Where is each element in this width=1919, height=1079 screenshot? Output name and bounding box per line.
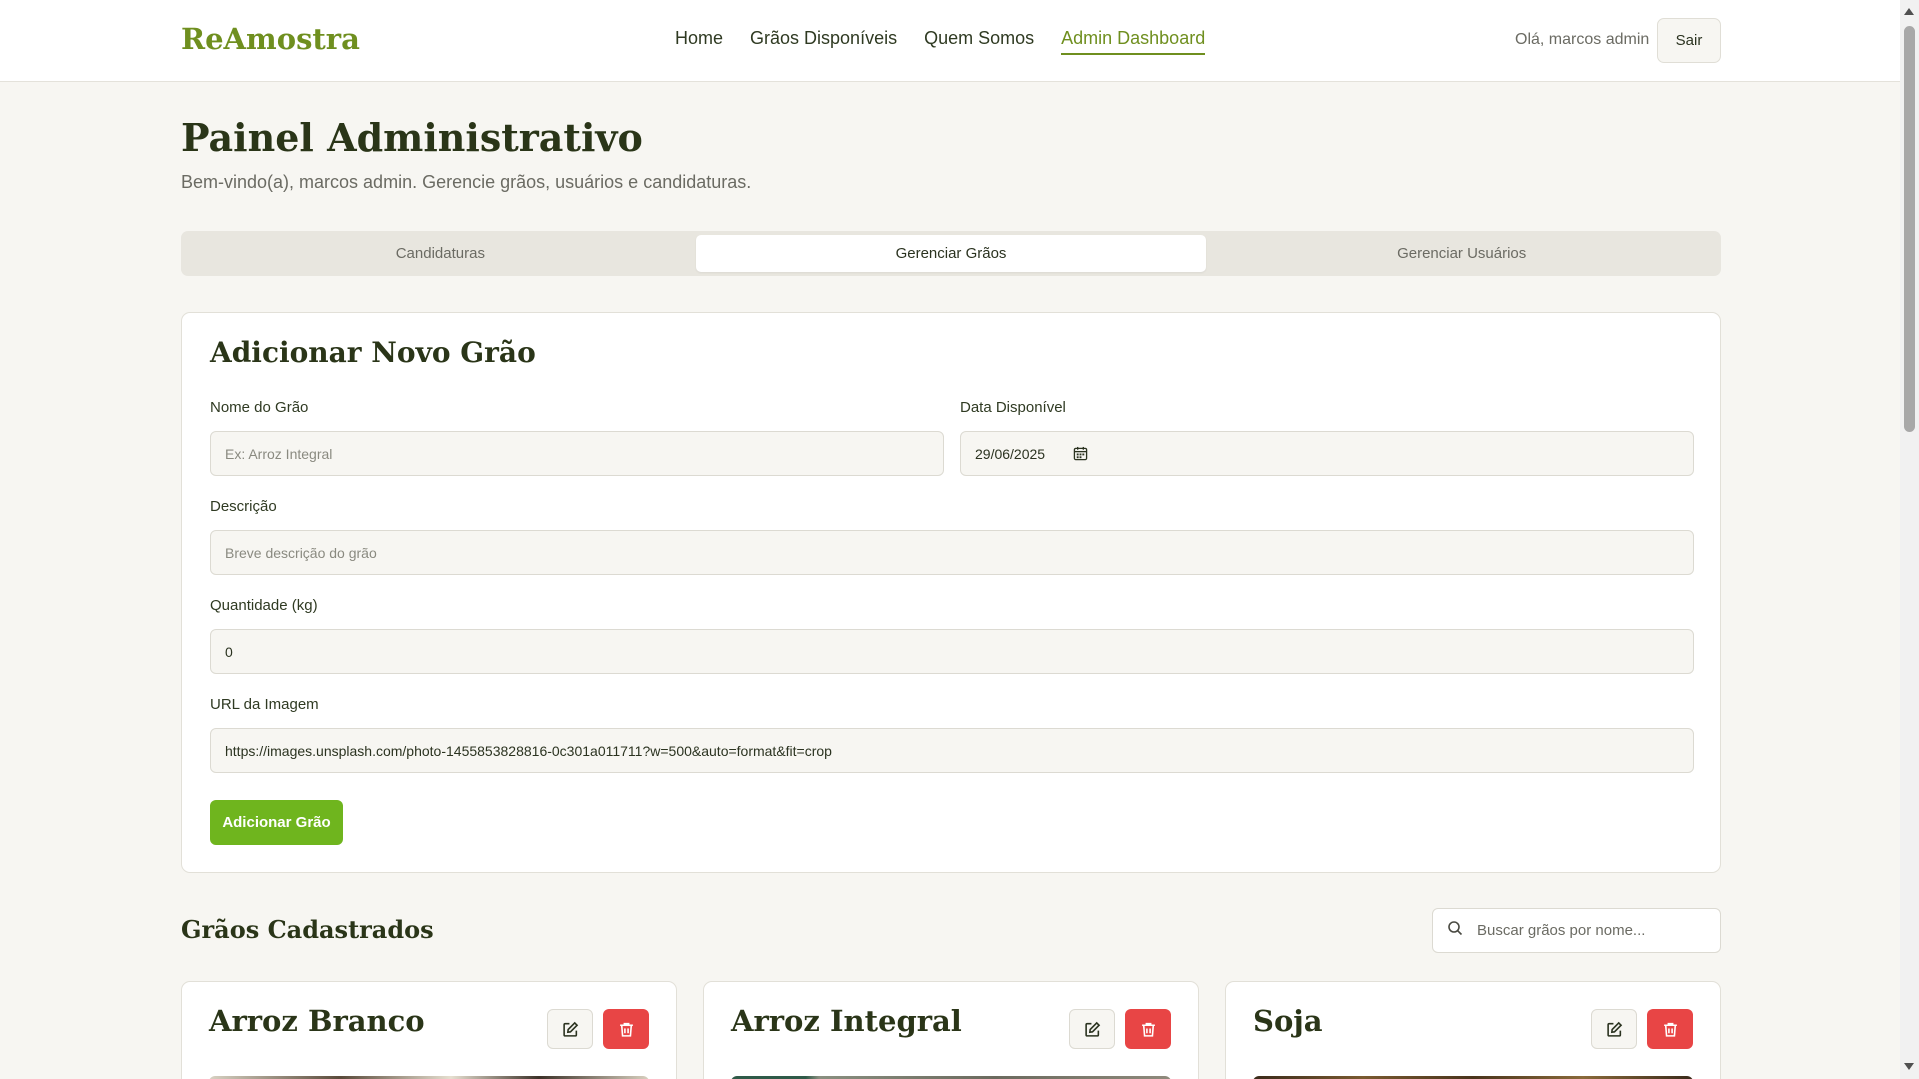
quantity-value: 0 — [225, 643, 233, 660]
date-input[interactable]: 29/06/2025 — [960, 431, 1694, 476]
grain-name: Arroz Integral — [731, 1004, 962, 1038]
nav-about-us[interactable]: Quem Somos — [924, 28, 1034, 55]
date-label: Data Disponível — [960, 399, 1066, 416]
delete-button[interactable] — [1647, 1009, 1693, 1049]
add-grain-form: Adicionar Novo Grão Nome do Grão Ex: Arr… — [181, 312, 1721, 873]
add-grain-button[interactable]: Adicionar Grão — [210, 800, 343, 845]
description-input[interactable]: Breve descrição do grão — [210, 530, 1694, 575]
image-url-value: https://images.unsplash.com/photo-145585… — [225, 742, 832, 759]
quantity-input[interactable]: 0 — [210, 629, 1694, 674]
quantity-label: Quantidade (kg) — [210, 597, 318, 614]
scroll-down-arrow-icon[interactable] — [1904, 1063, 1914, 1070]
page-title: Painel Administrativo — [181, 115, 643, 160]
delete-button[interactable] — [603, 1009, 649, 1049]
grain-name: Soja — [1253, 1004, 1323, 1038]
site-logo[interactable]: ReAmostra — [181, 22, 360, 56]
image-url-input[interactable]: https://images.unsplash.com/photo-145585… — [210, 728, 1694, 773]
edit-icon — [562, 1021, 578, 1037]
tab-manage-grains[interactable]: Gerenciar Grãos — [695, 235, 1207, 272]
grain-name: Arroz Branco — [209, 1004, 425, 1038]
admin-tabs: Candidaturas Gerenciar Grãos Gerenciar U… — [181, 231, 1721, 276]
logout-button[interactable]: Sair — [1657, 18, 1721, 63]
registered-grains-title: Grãos Cadastrados — [181, 915, 434, 944]
tab-applications[interactable]: Candidaturas — [185, 235, 696, 272]
top-navbar: ReAmostra Home Grãos Disponíveis Quem So… — [0, 0, 1900, 82]
grain-card: Arroz Integral — [703, 981, 1199, 1079]
trash-icon — [1663, 1022, 1677, 1037]
grain-card: Soja — [1225, 981, 1721, 1079]
nav-available-grains[interactable]: Grãos Disponíveis — [750, 28, 897, 55]
main-nav: Home Grãos Disponíveis Quem Somos Admin … — [675, 28, 1206, 55]
edit-button[interactable] — [1069, 1009, 1115, 1049]
nav-admin-dashboard[interactable]: Admin Dashboard — [1061, 28, 1206, 55]
edit-button[interactable] — [1591, 1009, 1637, 1049]
search-icon — [1447, 920, 1463, 941]
page-scrollbar[interactable] — [1900, 0, 1919, 1079]
image-url-label: URL da Imagem — [210, 696, 319, 713]
page-subtitle: Bem-vindo(a), marcos admin. Gerencie grã… — [181, 172, 752, 192]
grain-name-placeholder: Ex: Arroz Integral — [225, 445, 333, 462]
grain-name-input[interactable]: Ex: Arroz Integral — [210, 431, 944, 476]
trash-icon — [1141, 1022, 1155, 1037]
edit-button[interactable] — [547, 1009, 593, 1049]
description-placeholder: Breve descrição do grão — [225, 544, 377, 561]
nav-home[interactable]: Home — [675, 28, 723, 55]
tab-manage-users[interactable]: Gerenciar Usuários — [1206, 235, 1717, 272]
delete-button[interactable] — [1125, 1009, 1171, 1049]
edit-icon — [1084, 1021, 1100, 1037]
form-title: Adicionar Novo Grão — [210, 336, 536, 369]
search-placeholder: Buscar grãos por nome... — [1477, 922, 1646, 939]
scroll-up-arrow-icon[interactable] — [1904, 8, 1914, 15]
date-value: 29/06/2025 — [975, 445, 1046, 462]
edit-icon — [1606, 1021, 1622, 1037]
grain-name-label: Nome do Grão — [210, 399, 309, 416]
scrollbar-thumb[interactable] — [1904, 26, 1915, 432]
description-label: Descrição — [210, 498, 277, 515]
user-greeting: Olá, marcos admin — [1515, 31, 1650, 48]
grain-card: Arroz Branco — [181, 981, 677, 1079]
calendar-icon[interactable] — [1073, 446, 1088, 461]
grain-search-input[interactable]: Buscar grãos por nome... — [1432, 908, 1721, 953]
trash-icon — [619, 1022, 633, 1037]
